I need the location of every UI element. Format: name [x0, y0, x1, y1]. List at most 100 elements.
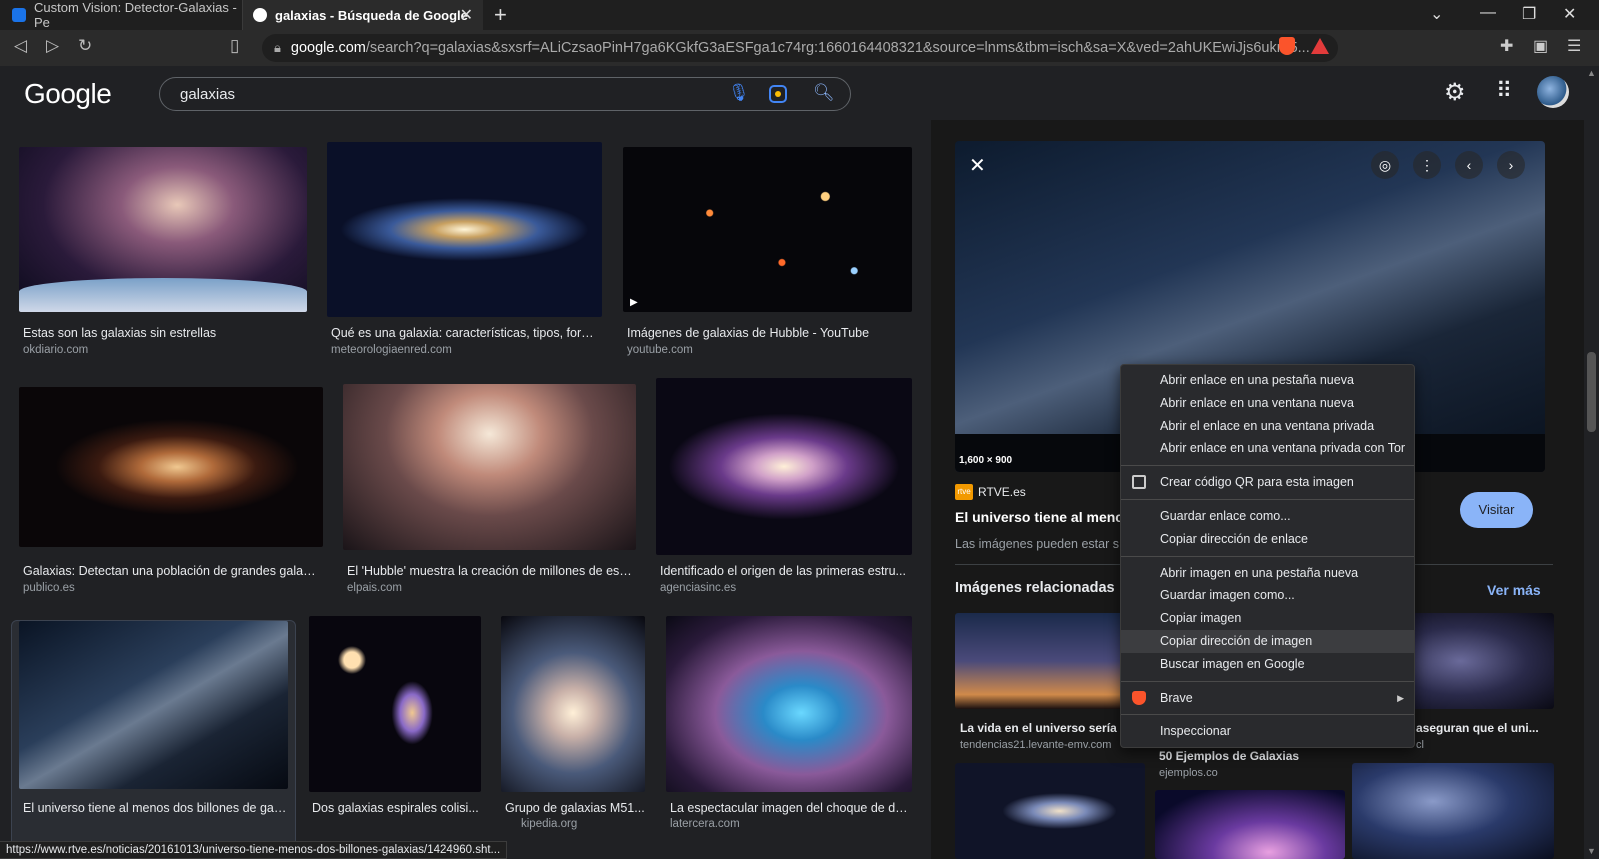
scrollbar-thumb[interactable] — [1587, 352, 1596, 432]
more-options-icon[interactable]: ⋮ — [1413, 151, 1441, 179]
related-image[interactable] — [1398, 613, 1554, 709]
menu-item-copy-image[interactable]: Copiar imagen — [1121, 607, 1414, 630]
related-image[interactable] — [1155, 790, 1345, 859]
result-source[interactable]: publico.es — [23, 582, 75, 594]
scroll-down-icon[interactable]: ▼ — [1587, 846, 1596, 856]
menu-item-copy-link-address[interactable]: Copiar dirección de enlace — [1121, 528, 1414, 551]
menu-item-open-link-new-tab[interactable]: Abrir enlace en una pestaña nueva — [1121, 369, 1414, 392]
see-more-link[interactable]: Ver más — [1487, 582, 1541, 598]
wallet-icon[interactable]: ▣ — [1533, 36, 1548, 56]
brave-rewards-icon[interactable] — [1311, 38, 1329, 54]
menu-item-search-image-google[interactable]: Buscar imagen en Google — [1121, 653, 1414, 676]
result-caption[interactable]: Grupo de galaxias M51... — [505, 801, 645, 815]
result-image[interactable] — [327, 142, 602, 317]
google-lens-icon[interactable] — [769, 85, 787, 103]
related-image[interactable] — [955, 613, 1145, 709]
settings-gear-icon[interactable]: ⚙ — [1444, 78, 1466, 107]
result-source[interactable]: latercera.com — [670, 818, 740, 830]
avatar[interactable] — [1537, 76, 1569, 108]
related-image[interactable] — [955, 763, 1145, 859]
next-icon[interactable]: › — [1497, 151, 1525, 179]
scroll-up-icon[interactable]: ▲ — [1587, 68, 1596, 78]
previous-icon[interactable]: ‹ — [1455, 151, 1483, 179]
search-box[interactable]: galaxias 🎙︎ 🔍︎ — [159, 77, 851, 111]
result-source[interactable]: agenciasinc.es — [660, 582, 736, 594]
result-caption[interactable]: Qué es una galaxia: características, tip… — [331, 326, 601, 340]
result-caption[interactable]: Identificado el origen de las primeras e… — [660, 564, 910, 578]
menu-item-open-link-private-window[interactable]: Abrir el enlace en una ventana privada — [1121, 415, 1414, 438]
new-tab-icon[interactable]: + — [494, 2, 507, 28]
result-image[interactable] — [343, 384, 636, 550]
microphone-icon[interactable]: 🎙︎ — [728, 83, 750, 103]
menu-icon[interactable]: ☰ — [1567, 36, 1581, 56]
related-source[interactable]: ejemplos.co — [1159, 767, 1349, 779]
forward-icon[interactable]: ▷ — [46, 36, 59, 56]
result-caption[interactable]: Galaxias: Detectan una población de gran… — [23, 564, 320, 578]
url-path: /search?q=galaxias&sxsrf=ALiCzsaoPinH7ga… — [365, 40, 1310, 56]
tab-google-search[interactable]: galaxias - Búsqueda de Google ✕ — [243, 0, 483, 30]
result-caption[interactable]: El 'Hubble' muestra la creación de millo… — [347, 564, 634, 578]
browser-toolbar: ◁ ▷ ↻ ▯ 🔒︎ google.com/search?q=galaxias&… — [0, 30, 1599, 66]
result-source[interactable]: okdiario.com — [23, 344, 88, 356]
menu-item-open-image-new-tab[interactable]: Abrir imagen en una pestaña nueva — [1121, 562, 1414, 585]
menu-item-create-qr[interactable]: Crear código QR para esta imagen — [1121, 471, 1414, 494]
menu-item-open-link-new-window[interactable]: Abrir enlace en una ventana nueva — [1121, 392, 1414, 415]
related-caption[interactable]: aseguran que el uni... — [1416, 721, 1554, 735]
google-favicon-icon — [253, 8, 267, 22]
minimize-icon[interactable]: — — [1480, 4, 1496, 22]
tab-search-chevron-icon[interactable]: ⌄ — [1430, 4, 1443, 24]
close-preview-icon[interactable]: ✕ — [969, 153, 986, 178]
tab-title: Custom Vision: Detector-Galaxias - Pe — [34, 0, 237, 30]
preview-title[interactable]: El universo tiene al menc — [955, 509, 1123, 525]
close-tab-icon[interactable]: ✕ — [460, 5, 473, 25]
maximize-icon[interactable]: ❐ — [1522, 4, 1536, 24]
result-caption[interactable]: Estas son las galaxias sin estrellas — [23, 326, 307, 340]
result-source[interactable]: meteorologiaenred.com — [331, 344, 452, 356]
related-image[interactable] — [1352, 763, 1554, 859]
page-scrollbar[interactable]: ▲ ▼ — [1584, 66, 1599, 859]
result-caption[interactable]: La espectacular imagen del choque de do.… — [670, 801, 912, 815]
result-source[interactable]: kipedia.org — [521, 818, 577, 830]
menu-item-brave[interactable]: Brave ▶ — [1121, 687, 1414, 710]
result-image[interactable] — [19, 621, 288, 789]
result-caption[interactable]: El universo tiene al menos dos billones … — [23, 801, 287, 815]
lens-search-icon[interactable]: ◎ — [1371, 151, 1399, 179]
menu-item-save-image-as[interactable]: Guardar imagen como... — [1121, 584, 1414, 607]
play-icon: ▶ — [630, 297, 638, 308]
site-name[interactable]: RTVE.es — [978, 485, 1026, 499]
back-icon[interactable]: ◁ — [14, 36, 27, 56]
menu-item-inspect[interactable]: Inspeccionar — [1121, 720, 1414, 743]
result-image[interactable] — [501, 616, 645, 792]
related-caption[interactable]: 50 Ejemplos de Galaxias — [1159, 749, 1349, 763]
result-source[interactable]: elpais.com — [347, 582, 402, 594]
google-logo[interactable]: Google — [24, 78, 112, 110]
reload-icon[interactable]: ↻ — [78, 36, 92, 56]
google-header: Google galaxias 🎙︎ 🔍︎ ⚙ ⠿ — [0, 66, 1584, 120]
result-image[interactable] — [309, 616, 481, 792]
search-icon[interactable]: 🔍︎ — [813, 83, 835, 103]
menu-item-save-link-as[interactable]: Guardar enlace como... — [1121, 505, 1414, 528]
google-apps-icon[interactable]: ⠿ — [1496, 78, 1512, 104]
tab-custom-vision[interactable]: Custom Vision: Detector-Galaxias - Pe — [0, 0, 243, 30]
brave-shields-icon[interactable] — [1279, 37, 1295, 55]
extensions-icon[interactable]: ✚ — [1500, 36, 1513, 56]
tab-title: galaxias - Búsqueda de Google — [275, 7, 468, 23]
result-image[interactable] — [656, 378, 912, 555]
bookmark-icon[interactable]: ▯ — [230, 36, 239, 56]
result-caption[interactable]: Imágenes de galaxias de Hubble - YouTube — [627, 326, 912, 340]
address-bar[interactable]: 🔒︎ google.com/search?q=galaxias&sxsrf=AL… — [262, 34, 1338, 62]
result-caption[interactable]: Dos galaxias espirales colisi... — [312, 801, 480, 815]
menu-item-open-link-tor-window[interactable]: Abrir enlace en una ventana privada con … — [1121, 437, 1414, 460]
related-source[interactable]: tendencias21.levante-emv.com — [960, 739, 1125, 751]
menu-item-copy-image-address[interactable]: Copiar dirección de imagen — [1121, 629, 1414, 653]
result-source[interactable]: youtube.com — [627, 344, 693, 356]
search-input[interactable]: galaxias — [180, 86, 235, 103]
visit-button[interactable]: Visitar — [1460, 492, 1533, 528]
related-caption[interactable]: La vida en el universo sería m — [960, 721, 1125, 735]
close-window-icon[interactable]: ✕ — [1563, 4, 1576, 24]
result-image[interactable] — [19, 387, 323, 547]
menu-item-label: Crear código QR para esta imagen — [1160, 475, 1354, 490]
result-image[interactable] — [623, 147, 912, 312]
result-image[interactable] — [666, 616, 912, 792]
related-source[interactable]: cl — [1416, 739, 1436, 751]
